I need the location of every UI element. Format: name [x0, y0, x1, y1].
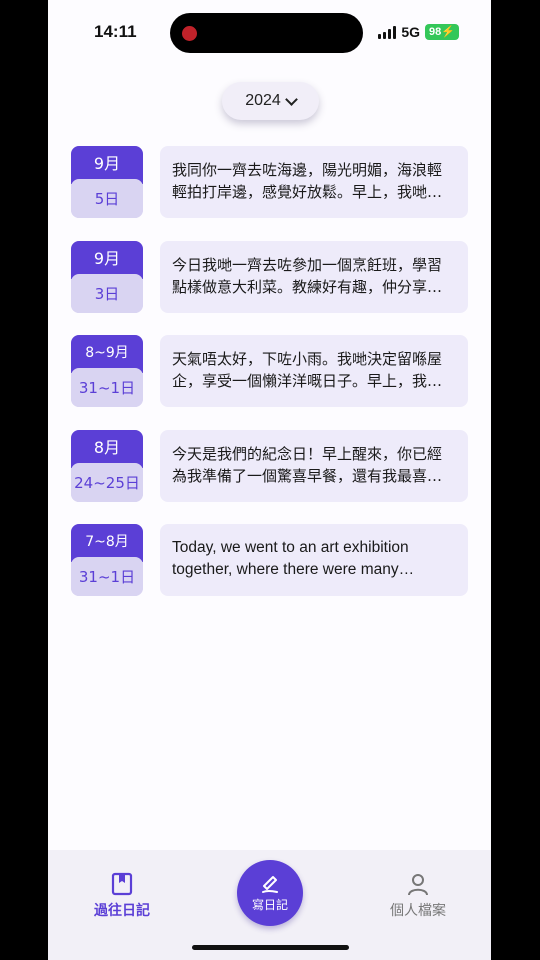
- year-selector[interactable]: 2024: [222, 82, 319, 120]
- home-indicator: [192, 945, 349, 950]
- nav-profile[interactable]: 個人檔案: [373, 872, 463, 920]
- book-icon: [111, 872, 133, 896]
- battery-level: 98: [429, 26, 442, 38]
- entry-day: 31~1日: [71, 557, 143, 596]
- status-indicators: 5G 98⚡: [378, 24, 459, 40]
- dynamic-island: [170, 13, 363, 53]
- entry-preview[interactable]: 天氣唔太好，下咗小雨。我哋決定留喺屋企，享受一個懶洋洋嘅日子。早上，我哋一齊睇咗…: [160, 335, 468, 407]
- recording-indicator-icon: [182, 26, 197, 41]
- pen-icon: [262, 876, 278, 893]
- nav-past-label: 過往日記: [94, 903, 150, 919]
- entry-text: 今天是我們的紀念日！早上醒來，你已經為我準備了一個驚喜早餐，還有我最喜歡的咖啡和…: [172, 445, 443, 485]
- date-badge: 9月 3日: [71, 241, 143, 313]
- battery-icon: 98⚡: [425, 24, 459, 40]
- write-diary-label: 寫日記: [251, 898, 288, 912]
- entry-day: 31~1日: [71, 368, 143, 407]
- diary-entry[interactable]: 7~8月 31~1日 Today, we went to an art exhi…: [71, 524, 468, 596]
- entry-preview[interactable]: 今日我哋一齊去咗參加一個烹飪班，學習點樣做意大利菜。教練好有趣，仲分享咗好多小秘…: [160, 241, 468, 313]
- date-badge: 8月 24~25日: [71, 430, 143, 502]
- entry-text: Today, we went to an art exhibition toge…: [172, 539, 409, 578]
- person-icon: [408, 874, 428, 896]
- write-diary-button[interactable]: 寫日記: [237, 860, 303, 926]
- status-time: 14:11: [94, 22, 137, 41]
- entry-preview[interactable]: 我同你一齊去咗海邊，陽光明媚，海浪輕輕拍打岸邊，感覺好放鬆。早上，我哋一齊沿住沙…: [160, 146, 468, 218]
- entry-preview[interactable]: Today, we went to an art exhibition toge…: [160, 524, 468, 596]
- entry-day: 24~25日: [71, 463, 143, 502]
- year-label: 2024: [245, 92, 281, 109]
- signal-icon: [378, 25, 397, 39]
- diary-entry[interactable]: 9月 5日 我同你一齊去咗海邊，陽光明媚，海浪輕輕拍打岸邊，感覺好放鬆。早上，我…: [71, 146, 468, 218]
- diary-entry[interactable]: 8~9月 31~1日 天氣唔太好，下咗小雨。我哋決定留喺屋企，享受一個懶洋洋嘅日…: [71, 335, 468, 407]
- network-type: 5G: [401, 24, 421, 40]
- chevron-down-icon: [284, 92, 298, 106]
- nav-profile-label: 個人檔案: [390, 903, 446, 919]
- entry-day: 3日: [71, 274, 143, 313]
- app-screen: 14:11 5G 98⚡ 2024 9月 5日 我同你一齊去咗海邊，陽光明媚，海…: [48, 0, 491, 960]
- entry-text: 今日我哋一齊去咗參加一個烹飪班，學習點樣做意大利菜。教練好有趣，仲分享咗好多小秘…: [172, 256, 443, 296]
- bottom-nav: 過往日記 寫日記 個人檔案: [48, 850, 491, 960]
- diary-entry[interactable]: 9月 3日 今日我哋一齊去咗參加一個烹飪班，學習點樣做意大利菜。教練好有趣，仲分…: [71, 241, 468, 313]
- diary-entry[interactable]: 8月 24~25日 今天是我們的紀念日！早上醒來，你已經為我準備了一個驚喜早餐，…: [71, 430, 468, 502]
- entry-day: 5日: [71, 179, 143, 218]
- entry-text: 天氣唔太好，下咗小雨。我哋決定留喺屋企，享受一個懶洋洋嘅日子。早上，我哋一齊睇咗…: [172, 350, 443, 390]
- entry-preview[interactable]: 今天是我們的紀念日！早上醒來，你已經為我準備了一個驚喜早餐，還有我最喜歡的咖啡和…: [160, 430, 468, 502]
- date-badge: 7~8月 31~1日: [71, 524, 143, 596]
- entry-text: 我同你一齊去咗海邊，陽光明媚，海浪輕輕拍打岸邊，感覺好放鬆。早上，我哋一齊沿住沙…: [172, 161, 443, 201]
- date-badge: 8~9月 31~1日: [71, 335, 143, 407]
- date-badge: 9月 5日: [71, 146, 143, 218]
- nav-past-diaries[interactable]: 過往日記: [77, 872, 167, 920]
